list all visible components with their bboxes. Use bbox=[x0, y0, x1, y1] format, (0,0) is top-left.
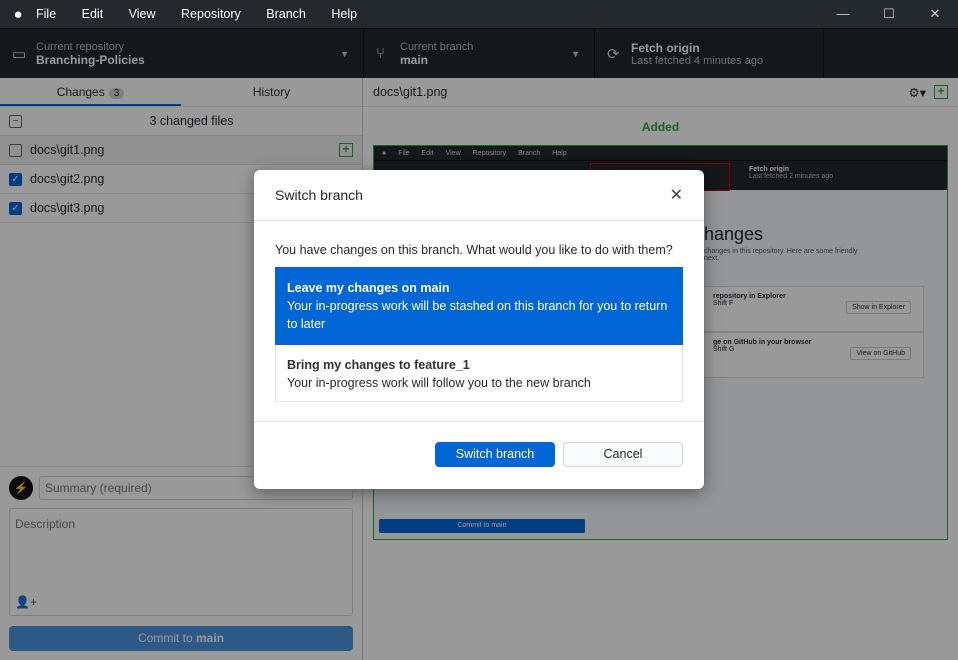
switch-branch-button[interactable]: Switch branch bbox=[435, 442, 555, 467]
option-bring-changes[interactable]: Bring my changes to feature_1 Your in-pr… bbox=[275, 345, 683, 402]
menu-bar: File Edit View Repository Branch Help bbox=[36, 7, 379, 21]
cancel-button[interactable]: Cancel bbox=[563, 442, 683, 467]
option-leave-changes[interactable]: Leave my changes on main Your in-progres… bbox=[275, 267, 683, 345]
option-title: Bring my changes to feature_1 bbox=[287, 358, 470, 372]
option-title: Leave my changes on main bbox=[287, 281, 450, 295]
close-window-button[interactable]: ✕ bbox=[912, 6, 958, 22]
title-bar: ● File Edit View Repository Branch Help … bbox=[0, 0, 958, 28]
option-description: Your in-progress work will be stashed on… bbox=[287, 299, 668, 331]
minimize-button[interactable]: — bbox=[820, 6, 866, 22]
menu-file[interactable]: File bbox=[36, 7, 56, 21]
option-description: Your in-progress work will follow you to… bbox=[287, 376, 591, 390]
dialog-title: Switch branch bbox=[275, 187, 363, 203]
maximize-button[interactable]: ☐ bbox=[866, 6, 912, 22]
dialog-question: You have changes on this branch. What wo… bbox=[275, 243, 673, 257]
switch-branch-dialog: Switch branch ✕ You have changes on this… bbox=[254, 170, 704, 489]
menu-repository[interactable]: Repository bbox=[181, 7, 241, 21]
menu-view[interactable]: View bbox=[129, 7, 156, 21]
menu-edit[interactable]: Edit bbox=[82, 7, 104, 21]
close-icon[interactable]: ✕ bbox=[670, 185, 683, 205]
menu-branch[interactable]: Branch bbox=[266, 7, 306, 21]
github-logo-icon: ● bbox=[13, 5, 23, 23]
menu-help[interactable]: Help bbox=[331, 7, 357, 21]
